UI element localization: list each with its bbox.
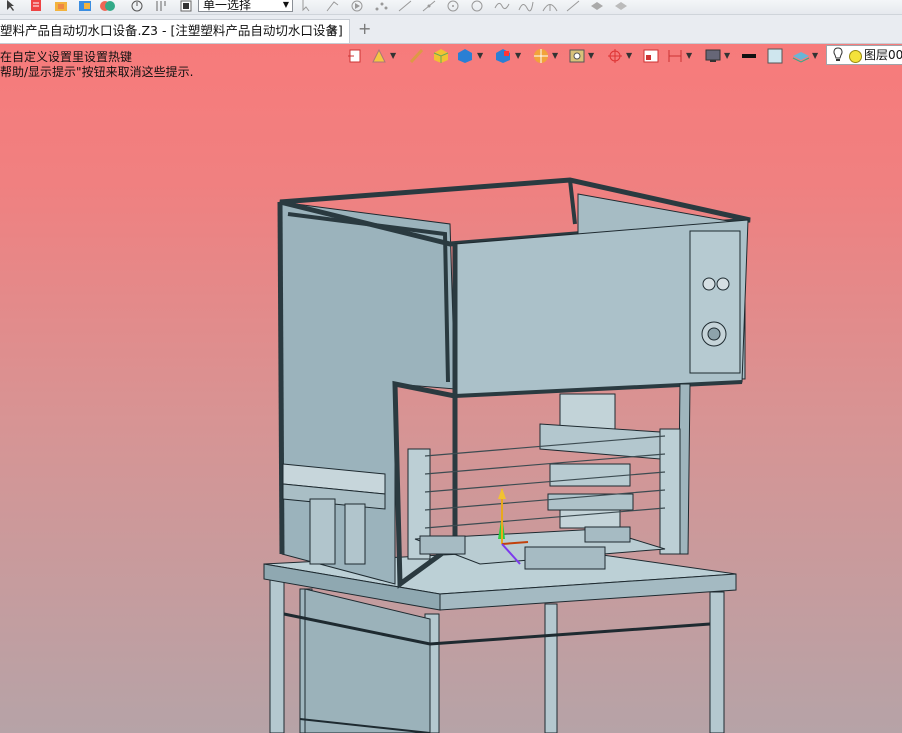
layer-icon[interactable] [590,0,604,12]
lower-panel [304,588,431,733]
main-toolbar: 单一选择 ▼ [0,0,902,15]
pointer-icon[interactable] [4,0,16,12]
control-panel [689,230,741,374]
control-knob [702,277,716,291]
color-icon[interactable] [100,0,116,12]
point-icon[interactable] [374,0,388,12]
fixture [524,546,606,570]
play-icon[interactable] [350,0,364,12]
table-icon[interactable] [78,0,92,12]
chevron-down-icon: ▼ [282,0,289,9]
stack-icon[interactable] [614,0,628,12]
arrow-icon[interactable] [422,0,436,12]
document-tab-bar: 塑料产品自动切水口设备.Z3 - [注塑塑料产品自动切水口设备] ✕ [0,15,902,44]
circle-icon[interactable] [446,0,460,12]
arc-icon[interactable] [470,0,484,12]
curve-icon[interactable] [494,0,510,12]
cursor-icon[interactable] [300,0,312,12]
selection-mode-select[interactable]: 单一选择 ▼ [198,0,293,12]
tab-document-label: 塑料产品自动切水口设备.Z3 - [注塑塑料产品自动切水口设备] [0,23,343,38]
fixture [419,535,466,555]
selection-mode-value: 单一选择 [203,0,252,12]
3d-viewport[interactable]: 在自定义设置里设置热键 帮助/显示提示"按钮来取消这些提示. ▼ ▼ ▼ ▼ ▼… [0,44,902,733]
fixture [584,526,631,543]
tab-document[interactable]: 塑料产品自动切水口设备.Z3 - [注塑塑料产品自动切水口设备] ✕ [0,19,350,43]
close-icon[interactable]: ✕ [327,20,339,42]
table-leg [709,591,725,733]
extrude-icon[interactable] [566,0,580,12]
add-tab-button[interactable]: + [358,19,371,39]
list-icon[interactable] [30,0,42,12]
surface-icon[interactable] [542,0,558,12]
folder-icon[interactable] [54,0,68,12]
table-leg [269,573,285,733]
control-knob [716,277,730,291]
line-icon[interactable] [398,0,412,12]
machine-3d-model [263,177,751,733]
stop-icon[interactable] [180,0,192,12]
spline-icon[interactable] [518,0,534,12]
filter-icon[interactable] [155,0,167,12]
history-icon[interactable] [130,0,144,12]
table-leg [544,603,558,733]
sketch-icon[interactable] [326,0,340,12]
